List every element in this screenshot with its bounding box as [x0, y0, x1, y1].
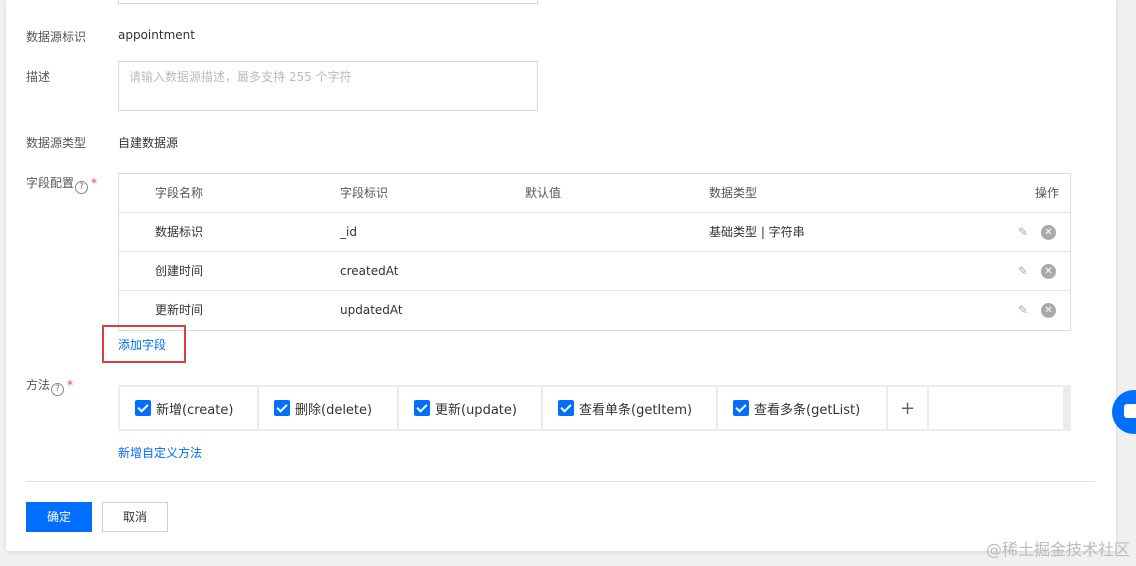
header-field-name: 字段名称 — [155, 186, 204, 200]
table-row: 数据标识 _id 基础类型 | 字符串 ✎ ✕ — [119, 213, 1070, 252]
question-circle-icon[interactable]: ? — [51, 383, 65, 396]
row-field-name: 创建时间 — [155, 264, 204, 278]
method-get-list[interactable]: 查看多条(getList) — [718, 387, 886, 429]
header-data-type: 数据类型 — [709, 186, 758, 200]
add-custom-method-link[interactable]: 新增自定义方法 — [118, 444, 202, 461]
header-actions: 操作 — [1034, 186, 1059, 200]
datasource-type-label: 数据源类型 — [26, 136, 87, 150]
method-label: 查看多条(getList) — [754, 402, 861, 418]
method-delete[interactable]: 删除(delete) — [259, 387, 397, 429]
datasource-id-value: appointment — [118, 28, 195, 42]
cancel-button[interactable]: 取消 — [102, 502, 168, 532]
fields-config-text: 字段配置 — [26, 176, 75, 190]
add-field-link[interactable]: 添加字段 — [118, 336, 166, 353]
chat-bubble-shape — [1124, 404, 1136, 418]
header-field-id: 字段标识 — [340, 186, 389, 200]
required-mark: * — [67, 378, 74, 392]
row-data-type: 基础类型 | 字符串 — [709, 225, 805, 239]
method-empty-slot — [929, 387, 1063, 429]
method-get-item[interactable]: 查看单条(getItem) — [543, 387, 716, 429]
method-create[interactable]: 新增(create) — [120, 387, 257, 429]
fields-config-label: 字段配置? * — [26, 174, 97, 194]
required-mark: * — [91, 176, 98, 190]
datasource-type-value: 自建数据源 — [118, 136, 179, 150]
description-placeholder: 请输入数据源描述，最多支持 255 个字符 — [129, 70, 352, 84]
description-textarea[interactable]: 请输入数据源描述，最多支持 255 个字符 — [118, 61, 538, 111]
close-circle-icon[interactable]: ✕ — [1041, 225, 1056, 240]
methods-label: 方法? * — [26, 376, 73, 396]
close-circle-icon[interactable]: ✕ — [1041, 264, 1056, 279]
question-circle-icon[interactable]: ? — [75, 181, 89, 194]
table-row: 更新时间 updatedAt ✎ ✕ — [119, 291, 1070, 330]
table-header: 字段名称 字段标识 默认值 数据类型 操作 — [119, 174, 1070, 213]
confirm-button[interactable]: 确定 — [26, 502, 92, 532]
method-label: 新增(create) — [156, 402, 234, 418]
table-row: 创建时间 createdAt ✎ ✕ — [119, 252, 1070, 291]
method-update[interactable]: 更新(update) — [399, 387, 541, 429]
checkbox-checked-icon[interactable] — [558, 400, 574, 416]
row-field-id: updatedAt — [340, 303, 403, 317]
checkbox-checked-icon[interactable] — [733, 400, 749, 416]
checkbox-checked-icon[interactable] — [135, 400, 151, 416]
name-input[interactable] — [118, 0, 538, 4]
fields-table: 字段名称 字段标识 默认值 数据类型 操作 数据标识 _id 基础类型 | 字符… — [118, 173, 1071, 331]
add-method-button[interactable]: + — [888, 387, 927, 429]
close-circle-icon[interactable]: ✕ — [1041, 303, 1056, 318]
datasource-id-label: 数据源标识 — [26, 30, 87, 44]
method-label: 删除(delete) — [295, 402, 373, 418]
watermark: @稀土掘金技术社区 — [985, 540, 1130, 559]
row-field-name: 数据标识 — [155, 225, 204, 239]
description-label: 描述 — [26, 70, 51, 84]
pencil-icon[interactable]: ✎ — [1018, 303, 1032, 317]
methods-group: 新增(create) 删除(delete) 更新(update) 查看单条(ge… — [118, 385, 1071, 431]
methods-text: 方法 — [26, 378, 51, 392]
method-label: 查看单条(getItem) — [579, 402, 693, 418]
pencil-icon[interactable]: ✎ — [1018, 264, 1032, 278]
footer-divider — [26, 481, 1095, 482]
form-panel: 数据源标识 appointment 描述 请输入数据源描述，最多支持 255 个… — [6, 0, 1116, 551]
checkbox-checked-icon[interactable] — [414, 400, 430, 416]
pencil-icon[interactable]: ✎ — [1018, 225, 1032, 239]
checkbox-checked-icon[interactable] — [274, 400, 290, 416]
row-field-id: createdAt — [340, 264, 399, 278]
header-default-value: 默认值 — [525, 186, 562, 200]
row-field-id: _id — [340, 225, 357, 239]
method-label: 更新(update) — [435, 402, 517, 418]
